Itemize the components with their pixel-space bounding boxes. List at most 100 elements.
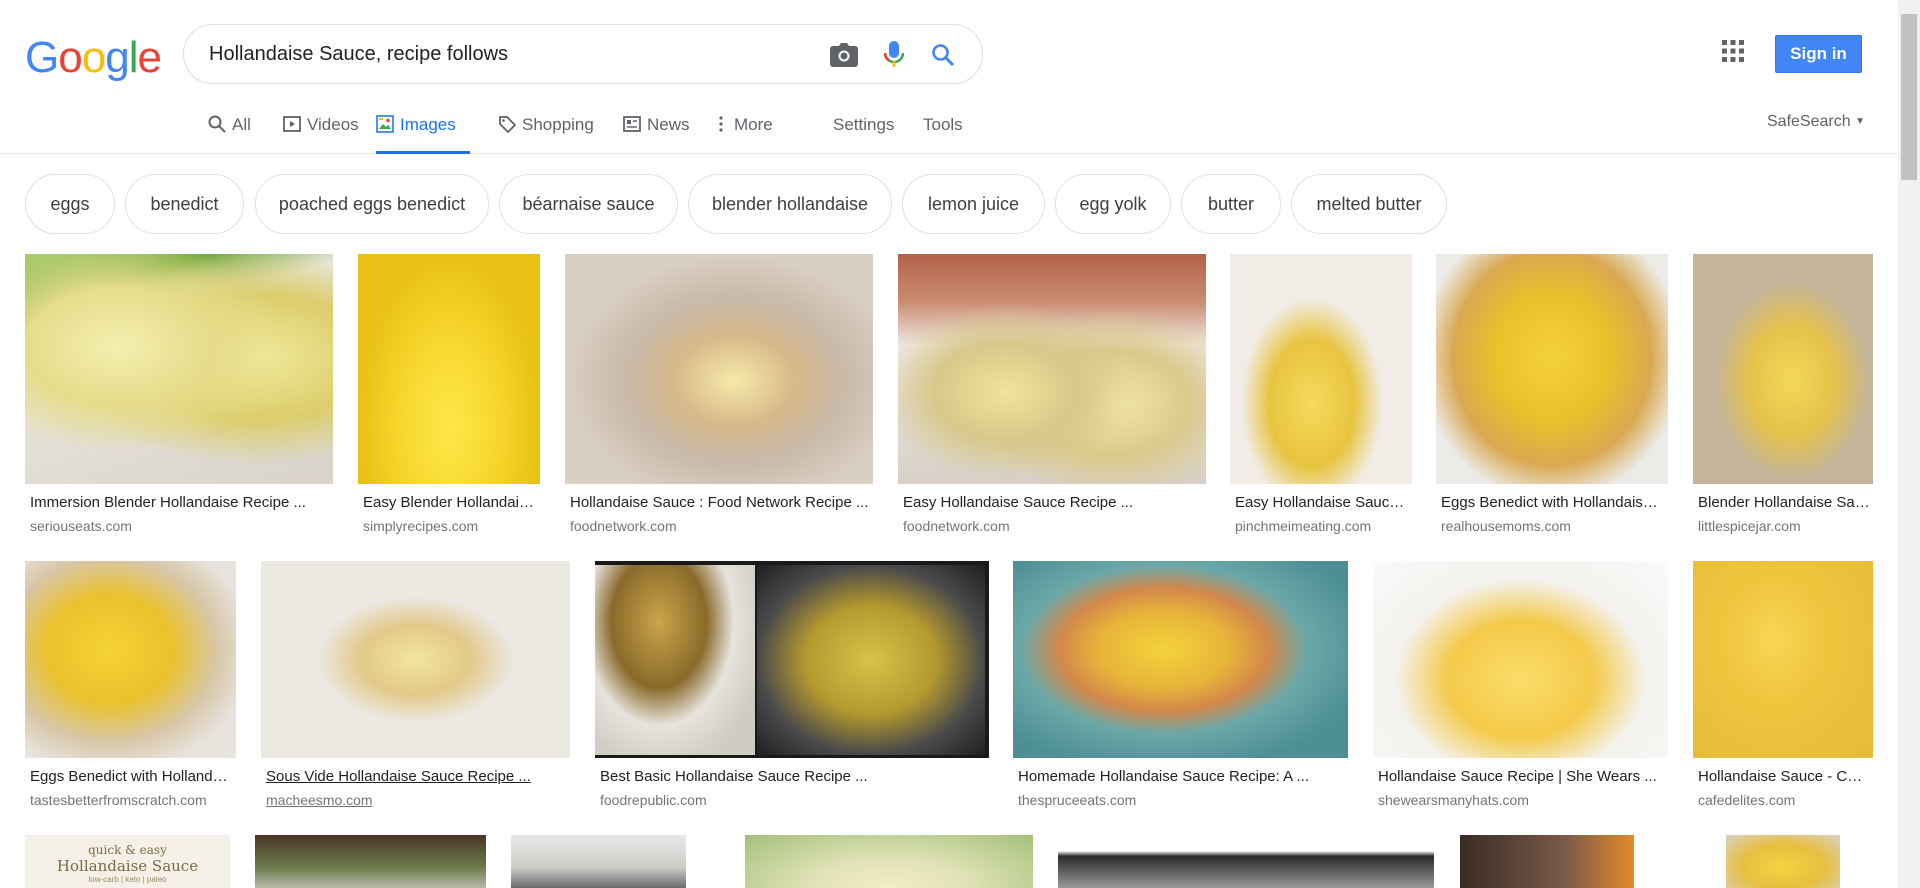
result-thumbnail[interactable] [1436, 254, 1668, 484]
result-thumbnail[interactable] [1460, 835, 1634, 888]
result-title[interactable]: Eggs Benedict with Hollandaise ... [30, 768, 233, 785]
result-thumbnail[interactable]: quick & easy Hollandaise Sauce low-carb … [25, 835, 230, 888]
image-result[interactable]: Hollandaise Sauce - Cafe ... cafedelites… [1693, 561, 1873, 816]
tab-more[interactable]: More [718, 106, 773, 154]
result-thumbnail[interactable] [1373, 561, 1668, 758]
result-thumbnail[interactable] [595, 561, 989, 758]
result-title[interactable]: Immersion Blender Hollandaise Recipe ... [30, 494, 330, 511]
scrollbar-thumb[interactable] [1901, 14, 1917, 180]
result-thumbnail[interactable] [1058, 835, 1434, 888]
header: Google Hollandaise Sauce, recipe follows… [0, 0, 1920, 154]
tab-shopping[interactable]: Shopping [498, 106, 594, 154]
result-title[interactable]: Blender Hollandaise Sauce ... [1698, 494, 1870, 511]
tab-videos[interactable]: Videos [283, 106, 359, 154]
image-result[interactable]: Hollandaise Sauce : Food Network Recipe … [565, 254, 873, 534]
image-result[interactable]: Eggs Benedict with Hollandaise ... taste… [25, 561, 236, 816]
search-box[interactable]: Hollandaise Sauce, recipe follows [183, 24, 983, 84]
search-icon[interactable] [928, 40, 958, 70]
newspaper-icon [623, 115, 641, 133]
result-thumbnail[interactable] [565, 254, 873, 484]
result-thumbnail[interactable] [1230, 254, 1412, 484]
result-title[interactable]: Easy Hollandaise Sauce ... [1235, 494, 1409, 511]
result-domain: foodnetwork.com [570, 518, 677, 534]
image-result[interactable]: Hollandaise Sauce Recipe | She Wears ...… [1373, 561, 1668, 816]
logo-letter: o [81, 33, 107, 82]
tab-images[interactable]: Images [376, 106, 470, 154]
result-thumbnail[interactable] [255, 835, 486, 888]
result-title[interactable]: Sous Vide Hollandaise Sauce Recipe ... [266, 768, 567, 785]
result-domain: seriouseats.com [30, 518, 132, 534]
image-icon [376, 115, 394, 133]
thumb-caption: quick & easy [88, 843, 167, 857]
result-title[interactable]: Hollandaise Sauce Recipe | She Wears ... [1378, 768, 1665, 785]
logo-letter: G [25, 33, 59, 82]
chip-benedict[interactable]: benedict [125, 174, 244, 234]
tab-settings[interactable]: Settings [833, 106, 894, 154]
result-title[interactable]: Easy Hollandaise Sauce Recipe ... [903, 494, 1203, 511]
sign-in-button[interactable]: Sign in [1775, 35, 1862, 73]
chip-egg-yolk[interactable]: egg yolk [1055, 174, 1171, 234]
result-thumbnail[interactable] [25, 561, 236, 758]
result-domain: shewearsmanyhats.com [1378, 792, 1529, 808]
image-result[interactable]: Sous Vide Hollandaise Sauce Recipe ... m… [261, 561, 570, 816]
result-thumbnail[interactable] [898, 254, 1206, 484]
result-thumbnail[interactable] [1693, 254, 1873, 484]
video-icon [283, 115, 301, 133]
result-thumbnail[interactable] [261, 561, 570, 758]
result-domain: realhousemoms.com [1441, 518, 1571, 534]
caret-down-icon: ▼ [1855, 116, 1865, 127]
tab-news[interactable]: News [623, 106, 690, 154]
result-domain: cafedelites.com [1698, 792, 1796, 808]
result-domain: pinchmeimeating.com [1235, 518, 1372, 534]
image-result[interactable]: Blender Hollandaise Sauce ... littlespic… [1693, 254, 1873, 534]
logo-letter: l [128, 33, 139, 82]
result-thumbnail[interactable] [511, 835, 686, 888]
result-domain: littlespicejar.com [1698, 518, 1801, 534]
result-thumbnail[interactable] [358, 254, 540, 484]
image-result[interactable] [1058, 835, 1434, 888]
result-title[interactable]: Best Basic Hollandaise Sauce Recipe ... [600, 768, 986, 785]
result-thumbnail[interactable] [745, 835, 1033, 888]
chip-poached-eggs-benedict[interactable]: poached eggs benedict [255, 174, 489, 234]
result-thumbnail[interactable] [1726, 835, 1840, 888]
google-logo[interactable]: Google [25, 33, 162, 83]
search-input[interactable]: Hollandaise Sauce, recipe follows [209, 43, 508, 66]
chip-eggs[interactable]: eggs [25, 174, 115, 234]
chip-melted-butter[interactable]: melted butter [1291, 174, 1447, 234]
result-domain: tastesbetterfromscratch.com [30, 792, 207, 808]
chip-blender-hollandaise[interactable]: blender hollandaise [688, 174, 892, 234]
result-title[interactable]: Eggs Benedict with Hollandaise ... [1441, 494, 1665, 511]
result-thumbnail[interactable] [1013, 561, 1348, 758]
result-title[interactable]: Easy Blender Hollandaise ... [363, 494, 537, 511]
image-result[interactable] [745, 835, 1033, 888]
result-thumbnail[interactable] [25, 254, 333, 484]
image-result[interactable]: Easy Blender Hollandaise ... simplyrecip… [358, 254, 540, 534]
microphone-icon[interactable] [879, 40, 909, 70]
tab-tools[interactable]: Tools [923, 106, 963, 154]
image-result[interactable]: Immersion Blender Hollandaise Recipe ...… [25, 254, 333, 534]
image-result[interactable] [1460, 835, 1634, 888]
camera-icon[interactable] [829, 40, 859, 70]
image-result[interactable] [255, 835, 486, 888]
chip-butter[interactable]: butter [1181, 174, 1281, 234]
result-title[interactable]: Hollandaise Sauce - Cafe ... [1698, 768, 1870, 785]
image-result[interactable]: Easy Hollandaise Sauce Recipe ... foodne… [898, 254, 1206, 534]
result-thumbnail[interactable] [1693, 561, 1873, 758]
image-result[interactable]: Best Basic Hollandaise Sauce Recipe ... … [595, 561, 989, 816]
tab-all[interactable]: All [208, 106, 251, 154]
result-title[interactable]: Homemade Hollandaise Sauce Recipe: A ... [1018, 768, 1345, 785]
image-result[interactable]: Eggs Benedict with Hollandaise ... realh… [1436, 254, 1668, 534]
image-result[interactable]: Homemade Hollandaise Sauce Recipe: A ...… [1013, 561, 1348, 816]
result-domain: simplyrecipes.com [363, 518, 479, 534]
result-title[interactable]: Hollandaise Sauce : Food Network Recipe … [570, 494, 870, 511]
result-domain: foodnetwork.com [903, 518, 1010, 534]
chip-lemon-juice[interactable]: lemon juice [902, 174, 1045, 234]
chip-bearnaise-sauce[interactable]: béarnaise sauce [499, 174, 678, 234]
image-result[interactable]: Easy Hollandaise Sauce ... pinchmeimeati… [1230, 254, 1412, 534]
image-result[interactable] [511, 835, 686, 888]
image-result[interactable] [1726, 835, 1840, 888]
image-result[interactable]: quick & easy Hollandaise Sauce low-carb … [25, 835, 230, 888]
safesearch-dropdown[interactable]: SafeSearch ▼ [1767, 113, 1865, 131]
apps-grid-icon[interactable] [1722, 40, 1750, 68]
tag-icon [498, 115, 517, 134]
